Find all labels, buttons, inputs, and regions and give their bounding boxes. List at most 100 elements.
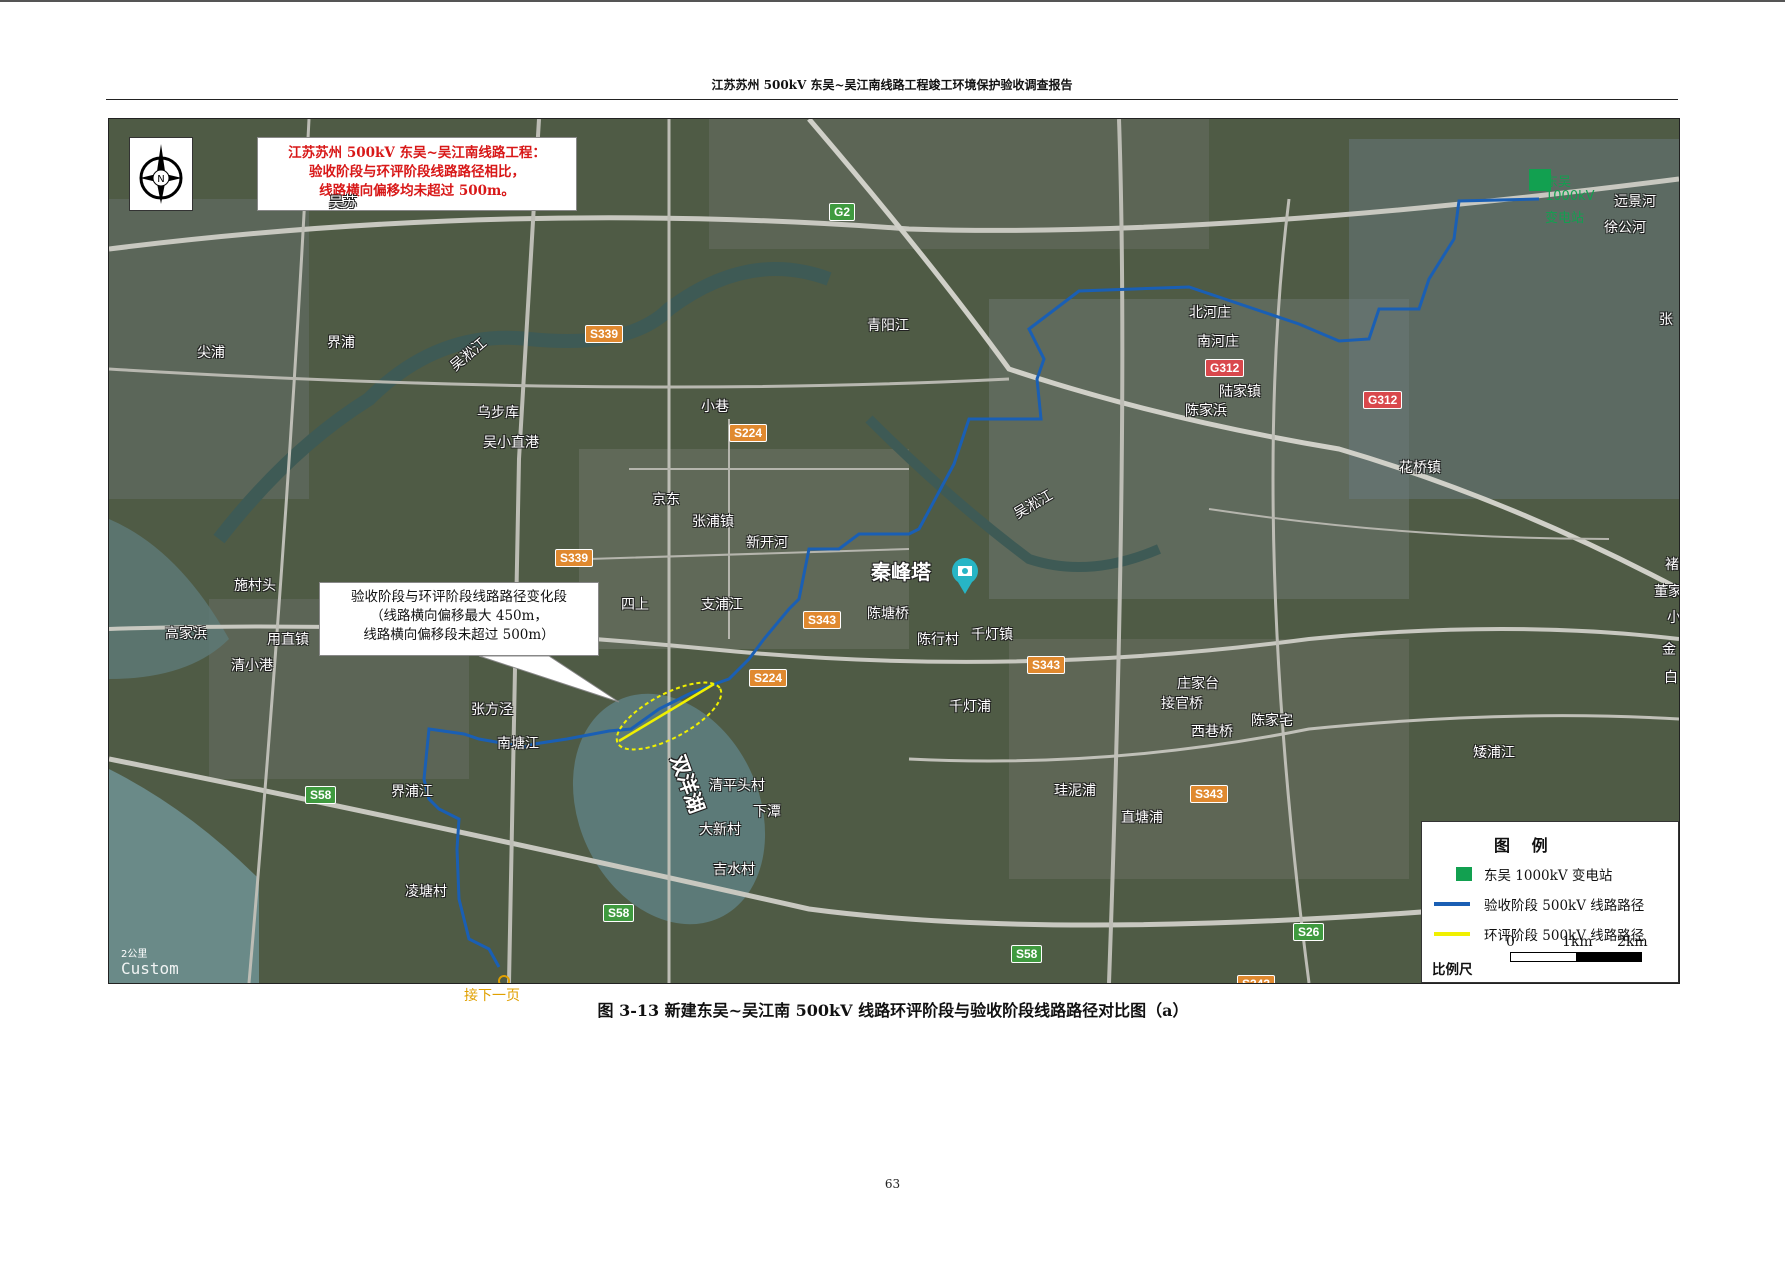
road-shield: S224 bbox=[729, 424, 768, 442]
road-shield: S339 bbox=[585, 325, 624, 343]
scale-tick: 2km bbox=[1617, 934, 1648, 950]
place-label: 下潭 bbox=[753, 804, 781, 820]
road-shield: S339 bbox=[555, 549, 594, 567]
place-label: 珪泥浦 bbox=[1054, 783, 1096, 799]
place-label: 远景河 bbox=[1614, 194, 1656, 210]
place-label: 乌步库 bbox=[477, 405, 519, 421]
place-label: 秦峰塔 bbox=[871, 560, 931, 584]
road-shield: G312 bbox=[1363, 391, 1403, 409]
place-label: 南塘江 bbox=[497, 736, 539, 752]
title-line-3: 线路横向偏移均未超过 500m。 bbox=[319, 183, 515, 199]
legend-label: 东吴 1000kV 变电站 bbox=[1484, 868, 1613, 884]
place-label: 西巷桥 bbox=[1191, 724, 1233, 740]
place-label: 北河庄 bbox=[1189, 305, 1231, 321]
road-shield: S224 bbox=[749, 669, 788, 687]
place-label: 千灯镇 bbox=[971, 627, 1013, 643]
road-shield: S58 bbox=[1011, 945, 1043, 963]
place-label: 四上 bbox=[621, 597, 649, 613]
place-label: 庄家台 bbox=[1177, 676, 1219, 692]
place-label: 青阳江 bbox=[867, 318, 909, 334]
road-shield: S58 bbox=[603, 904, 635, 922]
map-watermark: Custom bbox=[121, 959, 179, 978]
top-border bbox=[0, 0, 1785, 2]
header-rule bbox=[106, 99, 1678, 100]
place-label: 张方泾 bbox=[471, 702, 513, 718]
blue-line-swatch-icon bbox=[1434, 902, 1470, 906]
road-shield: G2 bbox=[829, 203, 856, 221]
place-label: 吴苏 bbox=[329, 195, 357, 211]
road-shield: S26 bbox=[1293, 923, 1325, 941]
place-label: 董家 bbox=[1654, 584, 1680, 600]
road-shield: S343 bbox=[803, 611, 842, 629]
page-number: 63 bbox=[884, 1177, 901, 1191]
north-arrow-icon: N bbox=[139, 144, 183, 204]
place-label: 大新村 bbox=[699, 822, 741, 838]
place-label: 尖浦 bbox=[197, 345, 225, 361]
road-shield: G312 bbox=[1205, 359, 1245, 377]
place-label: 张 bbox=[1659, 312, 1673, 328]
legend-label: 验收阶段 500kV 线路路径 bbox=[1484, 898, 1645, 914]
place-label: 花桥镇 bbox=[1399, 460, 1441, 476]
scale-tick: 1km bbox=[1562, 934, 1593, 950]
place-label: 吉水村 bbox=[713, 862, 755, 878]
map-legend: 图 例 东吴 1000kV 变电站 验收阶段 500kV 线路路径 环评阶段 5… bbox=[1421, 821, 1679, 983]
road-shield: S343 bbox=[1027, 656, 1066, 674]
substation-swatch-icon bbox=[1456, 867, 1472, 881]
place-label: 陈塘桥 bbox=[867, 606, 909, 622]
place-label: 陈行村 bbox=[917, 632, 959, 648]
place-label: 南河庄 bbox=[1197, 334, 1239, 350]
substation-label: 变电站 bbox=[1545, 211, 1585, 226]
yellow-line-swatch-icon bbox=[1434, 932, 1470, 936]
place-label: 支浦江 bbox=[701, 597, 743, 613]
place-label: 金 bbox=[1662, 642, 1676, 658]
map-title-box: 江苏苏州 500kV 东吴~吴江南线路工程： 验收阶段与环评阶段线路路径相比， … bbox=[257, 137, 577, 211]
north-arrow: N bbox=[129, 137, 193, 211]
place-label: 直塘浦 bbox=[1121, 810, 1163, 826]
place-label: 千灯浦 bbox=[949, 699, 991, 715]
place-label: 清小港 bbox=[231, 658, 273, 674]
legend-item-acceptance-route: 验收阶段 500kV 线路路径 bbox=[1434, 894, 1674, 914]
place-label: 陈家宅 bbox=[1251, 713, 1293, 729]
scale-label: 比例尺 bbox=[1432, 962, 1473, 978]
place-label: 褚 bbox=[1665, 557, 1679, 573]
callout-line-1: 验收阶段与环评阶段线路路径变化段 bbox=[351, 589, 567, 605]
map-mini-scale: 2公里 bbox=[121, 949, 148, 960]
place-label: 界浦 bbox=[327, 335, 355, 351]
place-label: 用直镇 bbox=[267, 632, 309, 648]
figure-caption: 图 3-13 新建东吴~吴江南 500kV 线路环评阶段与验收阶段线路路径对比图… bbox=[597, 1001, 1189, 1020]
place-label: 徐公河 bbox=[1604, 220, 1646, 236]
place-label: 清平头村 bbox=[709, 778, 765, 794]
page-header: 江苏苏州 500kV 东吴~吴江南线路工程竣工环境保护验收调查报告 bbox=[711, 78, 1073, 92]
place-label: 施村头 bbox=[234, 578, 276, 594]
place-label: 白 bbox=[1664, 670, 1678, 686]
road-shield: S58 bbox=[305, 786, 337, 804]
callout-line-2: （线路横向偏移最大 450m， bbox=[370, 608, 548, 624]
place-label: 高家浜 bbox=[165, 626, 207, 642]
place-label: 界浦江 bbox=[391, 784, 433, 800]
callout-line-3: 线路横向偏移段未超过 500m） bbox=[363, 627, 555, 643]
place-label: 吴小直港 bbox=[483, 435, 539, 451]
place-label: 陈家浜 bbox=[1185, 403, 1227, 419]
svg-text:N: N bbox=[157, 174, 164, 185]
substation-label: 东吴 bbox=[1545, 175, 1572, 190]
place-label: 陆家镇 bbox=[1219, 384, 1261, 400]
place-label: 小 bbox=[1667, 610, 1680, 626]
change-segment-callout: 验收阶段与环评阶段线路路径变化段 （线路横向偏移最大 450m， 线路横向偏移段… bbox=[319, 582, 599, 656]
road-shield: S343 bbox=[1237, 975, 1276, 983]
place-label: 小巷 bbox=[701, 399, 729, 415]
title-line-1: 江苏苏州 500kV 东吴~吴江南线路工程： bbox=[288, 145, 546, 161]
place-label: 接官桥 bbox=[1161, 696, 1203, 712]
place-label: 新开河 bbox=[746, 535, 788, 551]
place-label: 凌塘村 bbox=[405, 884, 447, 900]
road-shield: S343 bbox=[1190, 785, 1229, 803]
place-label: 矮浦江 bbox=[1473, 745, 1515, 761]
legend-item-substation: 东吴 1000kV 变电站 bbox=[1434, 864, 1674, 884]
satellite-map: N 江苏苏州 500kV 东吴~吴江南线路工程： 验收阶段与环评阶段线路路径相比… bbox=[108, 118, 1680, 984]
scale-bar bbox=[1510, 952, 1642, 962]
substation-label: 1000kV bbox=[1545, 189, 1595, 204]
title-line-2: 验收阶段与环评阶段线路路径相比， bbox=[309, 164, 525, 180]
place-label: 张浦镇 bbox=[692, 514, 734, 530]
legend-title: 图 例 bbox=[1494, 836, 1556, 855]
scale-tick: 0 bbox=[1506, 934, 1515, 950]
place-label: 京东 bbox=[652, 492, 680, 508]
